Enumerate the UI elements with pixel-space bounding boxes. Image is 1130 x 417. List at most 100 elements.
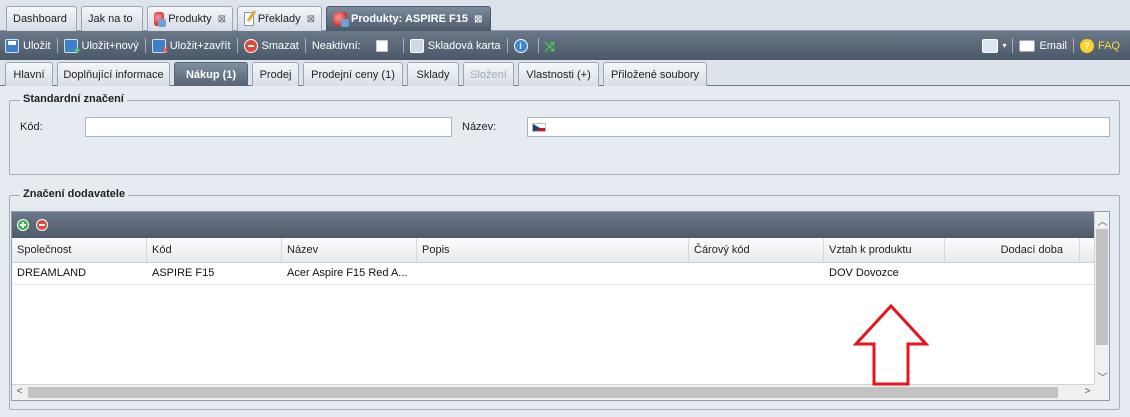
tab-produkty-label: Produkty: [168, 13, 212, 25]
save-label: Uložit: [23, 39, 51, 52]
close-icon[interactable]: ⊠: [307, 14, 315, 25]
toolbar-divider: [402, 38, 404, 53]
save-close-button[interactable]: Uložit+zavřít: [147, 38, 236, 57]
col-header-name[interactable]: Název: [282, 238, 417, 263]
toolbar-divider: [537, 38, 539, 53]
tab-dashboard-label: Dashboard: [13, 13, 67, 25]
tab-jak-na-to[interactable]: Jak na to: [81, 6, 143, 31]
delete-button[interactable]: Smazat: [239, 38, 304, 53]
toolbar: Uložit Uložit+nový Uložit+zavřít Smazat …: [0, 31, 1130, 60]
tab-slozeni-label: Složení: [470, 68, 507, 81]
col-header-relation[interactable]: Vztah k produktu: [824, 238, 945, 263]
remove-row-icon[interactable]: [36, 219, 48, 231]
grid-toolbar: [12, 212, 1095, 238]
info-button[interactable]: i: [509, 38, 537, 53]
horizontal-scroll-thumb[interactable]: [28, 387, 1058, 398]
toolbar-divider: [1012, 38, 1014, 53]
toolbar-divider: [1072, 38, 1074, 53]
delete-label: Smazat: [261, 39, 299, 52]
supplier-grid: Společnost Kód Název Popis Čárový kód Vz…: [11, 211, 1110, 401]
cell-relation: DOV Dovozce: [829, 267, 899, 279]
tab-dashboard[interactable]: Dashboard: [6, 6, 77, 31]
tab-produkty-aspire-f15[interactable]: Produkty: ASPIRE F15 ⊠: [326, 6, 491, 31]
stock-card-button[interactable]: Skladová karta: [405, 38, 506, 53]
shuffle-button[interactable]: ⤨: [540, 39, 560, 54]
vertical-scroll-thumb[interactable]: [1096, 229, 1108, 345]
tab-prodej[interactable]: Prodej: [252, 62, 299, 86]
help-icon: ?: [1079, 38, 1094, 53]
save-new-label: Uložit+nový: [81, 39, 139, 52]
cell-name: Acer Aspire F15 Red A...: [287, 267, 408, 279]
tab-preklady[interactable]: Překlady ⊠: [237, 6, 322, 31]
tab-produkty-aspire-label: Produkty: ASPIRE F15: [351, 13, 468, 25]
email-button[interactable]: Email: [1014, 39, 1072, 52]
col-header-barcode[interactable]: Čárový kód: [689, 238, 824, 263]
cell-description: [417, 263, 689, 285]
tab-prilozene-label: Přiložené soubory: [610, 68, 700, 81]
standard-labeling-group: Standardní značení Kód: Název:: [9, 93, 1120, 175]
tab-produkty[interactable]: Produkty ⊠: [147, 6, 233, 31]
tab-hlavni[interactable]: Hlavní: [5, 62, 53, 86]
stock-card-icon: [409, 38, 424, 53]
supplier-labeling-legend: Značení dodavatele: [20, 188, 129, 200]
inactive-checkbox[interactable]: [375, 39, 388, 52]
save-close-icon: [151, 38, 169, 57]
tab-vlastnosti-label: Vlastnosti (+): [526, 68, 591, 81]
product-cube-icon: [154, 12, 167, 27]
grid-header: Společnost Kód Název Popis Čárový kód Vz…: [12, 238, 1095, 263]
stock-card-label: Skladová karta: [427, 39, 501, 52]
tab-nakup-label: Nákup (1): [185, 68, 237, 81]
faq-label: FAQ: [1097, 39, 1120, 52]
tab-sklady[interactable]: Sklady: [407, 62, 459, 86]
tab-doplnujici-informace[interactable]: Doplňující informace: [57, 62, 170, 86]
save-close-label: Uložit+zavřít: [169, 39, 231, 52]
faq-button[interactable]: ? FAQ: [1075, 38, 1130, 53]
scroll-down-icon[interactable]: ﹀: [1095, 369, 1110, 384]
col-header-company[interactable]: Společnost: [12, 238, 147, 263]
standard-labeling-legend: Standardní značení: [20, 93, 127, 105]
toolbar-divider: [144, 38, 146, 53]
inactive-label: Neaktivní:: [307, 40, 366, 52]
email-label: Email: [1039, 39, 1067, 52]
scroll-left-icon[interactable]: <: [12, 386, 27, 397]
scroll-up-icon[interactable]: ︿: [1095, 213, 1110, 228]
col-header-delivery[interactable]: Dodací doba: [945, 238, 1080, 263]
view-menu-button[interactable]: ▾: [977, 38, 1011, 53]
tab-prilozene-soubory[interactable]: Přiložené soubory: [603, 62, 707, 86]
tab-nakup[interactable]: Nákup (1): [174, 62, 248, 86]
save-button[interactable]: Uložit: [0, 38, 56, 53]
mail-icon: [1019, 39, 1036, 52]
col-header-description[interactable]: Popis: [417, 238, 689, 263]
tab-sklady-label: Sklady: [416, 68, 450, 81]
code-label: Kód:: [20, 121, 43, 133]
tab-slozeni: Složení: [463, 62, 514, 86]
close-icon[interactable]: ⊠: [474, 14, 482, 25]
save-disk-icon: [5, 38, 19, 53]
document-tab-bar: Dashboard Jak na to Produkty ⊠ Překlady …: [0, 0, 1130, 31]
product-cube-icon: [333, 12, 349, 27]
tab-prodejni-ceny[interactable]: Prodejní ceny (1): [303, 62, 403, 86]
col-header-code[interactable]: Kód: [147, 238, 282, 263]
scrollbar-corner: [1094, 384, 1109, 400]
vertical-scrollbar[interactable]: ︿ ﹀: [1094, 212, 1109, 385]
toolbar-divider: [506, 38, 508, 53]
code-input[interactable]: [85, 117, 452, 137]
scroll-right-icon[interactable]: >: [1080, 386, 1095, 397]
table-row[interactable]: DREAMLAND ASPIRE F15 Acer Aspire F15 Red…: [12, 263, 1095, 285]
toolbar-divider: [56, 38, 58, 53]
annotation-arrow-icon: [853, 304, 929, 386]
tab-prodej-label: Prodej: [259, 68, 292, 81]
name-label: Název:: [462, 121, 497, 133]
info-icon: i: [513, 38, 528, 53]
horizontal-scrollbar[interactable]: < >: [12, 384, 1095, 400]
save-new-button[interactable]: Uložit+nový: [59, 38, 144, 57]
close-icon[interactable]: ⊠: [218, 14, 226, 25]
chevron-down-icon: ▾: [1002, 41, 1007, 50]
tab-vlastnosti[interactable]: Vlastnosti (+): [518, 62, 599, 86]
name-input[interactable]: [527, 117, 1110, 137]
toolbar-divider: [304, 38, 306, 53]
czech-flag-icon: [532, 123, 546, 132]
tab-doplnujici-label: Doplňující informace: [63, 68, 164, 81]
tab-prodejni-ceny-label: Prodejní ceny (1): [311, 68, 395, 81]
add-row-icon[interactable]: [17, 219, 29, 231]
